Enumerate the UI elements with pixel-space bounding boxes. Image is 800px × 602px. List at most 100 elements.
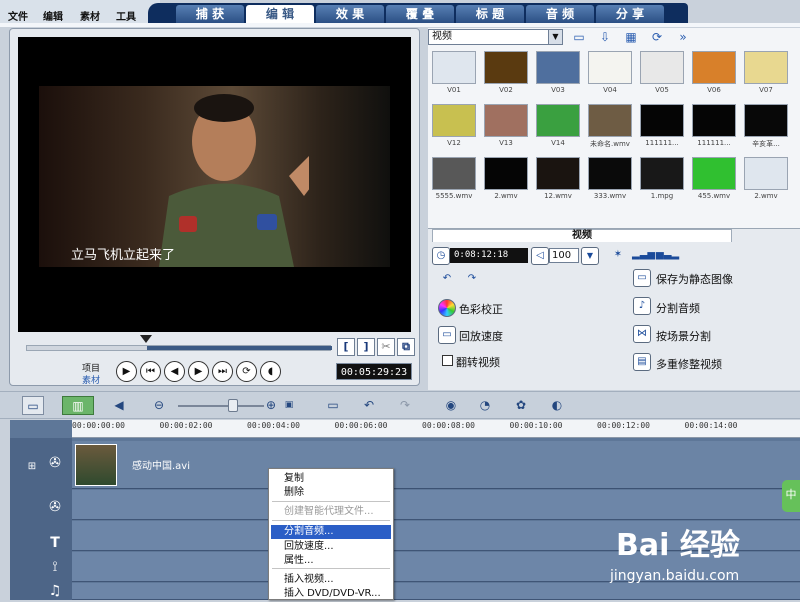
chevron-down-icon[interactable]: ▼ — [548, 30, 562, 44]
scissors-icon[interactable]: ✂ — [377, 338, 395, 356]
video-track[interactable]: 感动中国.avi — [72, 441, 800, 489]
folder-icon[interactable]: ▭ — [570, 29, 588, 46]
zoom-in-icon[interactable]: ⊕ — [264, 396, 278, 415]
library-thumbnail[interactable]: 333.wmv — [586, 157, 634, 203]
library-category-select[interactable]: 视频 ▼ — [428, 29, 563, 45]
playback-speed-label[interactable]: 回放速度 — [459, 328, 503, 344]
split-audio-icon[interactable]: ♪ — [633, 297, 651, 315]
reverse-video-label[interactable]: 翻转视频 — [456, 354, 500, 370]
menu-file[interactable]: 文件 — [8, 8, 28, 23]
fit-project-icon[interactable]: ▣ — [282, 396, 296, 415]
volume-field[interactable]: 100 — [549, 248, 579, 263]
library-thumbnail[interactable]: 2.wmv — [482, 157, 530, 203]
redo-icon[interactable]: ↷ — [394, 396, 416, 415]
video-clip-thumbnail[interactable] — [75, 444, 117, 486]
timecode-display[interactable]: 00:05:29:23 — [336, 363, 412, 380]
context-menu-item[interactable]: 分割音频... — [271, 525, 391, 539]
library-thumbnail[interactable]: 111111... — [638, 104, 686, 150]
end-icon[interactable]: ⏭ — [212, 361, 233, 382]
library-thumbnail[interactable]: 455.wmv — [690, 157, 738, 203]
color-correction-icon[interactable] — [438, 299, 456, 317]
tab-effect[interactable]: 效 果 — [316, 5, 384, 23]
library-thumbnail[interactable]: V13 — [482, 104, 530, 150]
library-thumbnail[interactable]: V12 — [430, 104, 478, 150]
library-thumbnail[interactable]: 2.wmv — [742, 157, 790, 203]
overlay-track-icon[interactable]: ✇ — [41, 496, 69, 518]
fade-in-icon[interactable]: ▂▃▅ — [632, 247, 655, 265]
enlarge-icon[interactable]: ⧉ — [397, 338, 415, 356]
library-thumbnail[interactable]: V03 — [534, 51, 582, 97]
library-thumbnail[interactable]: 未命名.wmv — [586, 104, 634, 150]
tab-share[interactable]: 分 享 — [596, 5, 664, 23]
mark-in-button[interactable]: [ — [337, 338, 355, 356]
playback-speed-icon[interactable]: ▭ — [438, 326, 456, 344]
menu-tools[interactable]: 工具 — [116, 8, 136, 23]
fade-icon[interactable]: ✶ — [609, 247, 627, 265]
smart-proxy-icon[interactable]: ✿ — [510, 396, 532, 415]
scrubber-track[interactable] — [26, 345, 332, 351]
context-menu-item[interactable]: 属性... — [271, 554, 391, 568]
video-clip-name[interactable]: 感动中国.avi — [132, 457, 190, 472]
scrubber-playhead[interactable] — [140, 335, 152, 343]
context-menu-item[interactable]: 插入 DVD/DVD-VR... — [271, 587, 391, 601]
timeline-view-icon[interactable]: ▥ — [62, 396, 94, 415]
record-capture-icon[interactable]: ◉ — [440, 396, 462, 415]
next-frame-icon[interactable]: ▶ — [188, 361, 209, 382]
rotate-left-icon[interactable]: ↶ — [438, 271, 456, 289]
undo-icon[interactable]: ↶ — [358, 396, 380, 415]
voice-track-icon[interactable]: ⟟ — [41, 556, 69, 578]
color-correction-label[interactable]: 色彩校正 — [459, 301, 503, 317]
side-tag[interactable]: 中 — [782, 480, 800, 512]
tab-audio[interactable]: 音 频 — [526, 5, 594, 23]
music-track-icon[interactable]: ♫ — [41, 580, 69, 602]
audio-view-icon[interactable]: ◀ — [108, 396, 130, 415]
fade-out-icon[interactable]: ▅▃▂ — [656, 247, 679, 265]
tab-edit[interactable]: 编 辑 — [246, 5, 314, 23]
timeline-ruler[interactable]: 00:00:00:00 00:00:02:00 00:00:04:00 00:00:0… — [72, 420, 800, 438]
clip-label[interactable]: 素材 — [82, 373, 100, 386]
split-audio-label[interactable]: 分割音频 — [656, 300, 700, 316]
reverse-video-checkbox[interactable] — [442, 355, 453, 366]
tab-title[interactable]: 标 题 — [456, 5, 524, 23]
library-thumbnail[interactable]: V06 — [690, 51, 738, 97]
context-menu-item[interactable]: 插入视频... — [271, 573, 391, 587]
play-icon[interactable]: ▶ — [116, 361, 137, 382]
volume-icon[interactable]: ◖ — [260, 361, 281, 382]
tab-overlay[interactable]: 覆 叠 — [386, 5, 454, 23]
title-track-icon[interactable]: T — [41, 532, 69, 554]
insert-media-icon[interactable]: ▭ — [322, 396, 344, 415]
library-thumbnail[interactable]: V02 — [482, 51, 530, 97]
library-thumbnail[interactable]: 辛亥革... — [742, 104, 790, 150]
context-menu-item[interactable]: 复制 — [271, 472, 391, 486]
split-by-scene-label[interactable]: 按场景分割 — [656, 328, 711, 344]
import-icon[interactable]: ⇩ — [596, 29, 614, 46]
split-by-scene-icon[interactable]: ⋈ — [633, 325, 651, 343]
zoom-out-icon[interactable]: ⊖ — [152, 396, 166, 415]
context-menu-item[interactable]: 回放速度... — [271, 540, 391, 554]
rotate-right-icon[interactable]: ↷ — [463, 271, 481, 289]
save-still-label[interactable]: 保存为静态图像 — [656, 271, 733, 287]
library-thumbnail[interactable]: 5555.wmv — [430, 157, 478, 203]
library-thumbnail[interactable]: 111111... — [690, 104, 738, 150]
refresh-icon[interactable]: ⟳ — [648, 29, 666, 46]
tab-capture[interactable]: 捕 获 — [176, 5, 244, 23]
home-icon[interactable]: ⏮ — [140, 361, 161, 382]
volume-chevron-icon[interactable]: ▼ — [581, 247, 599, 265]
library-thumbnail[interactable]: V14 — [534, 104, 582, 150]
duration-field[interactable]: 0:08:12:18 — [450, 248, 528, 263]
library-thumbnail[interactable]: 1.mpg — [638, 157, 686, 203]
video-track-icon[interactable]: ✇ — [41, 452, 69, 474]
options-tab-video[interactable]: 视频 — [432, 229, 732, 242]
library-thumbnail[interactable]: V01 — [430, 51, 478, 97]
multi-trim-icon[interactable]: ▤ — [633, 353, 651, 371]
storyboard-view-icon[interactable]: ▭ — [22, 396, 44, 415]
context-menu-item[interactable]: 删除 — [271, 486, 391, 500]
menu-edit[interactable]: 编辑 — [43, 8, 63, 23]
library-thumbnail[interactable]: V04 — [586, 51, 634, 97]
track-manager-icon[interactable]: ◔ — [474, 396, 496, 415]
expand-icon[interactable]: » — [674, 29, 692, 46]
zoom-slider-knob[interactable] — [228, 399, 238, 412]
zoom-slider-track[interactable] — [178, 405, 264, 407]
mark-out-button[interactable]: ] — [357, 338, 375, 356]
menu-clip[interactable]: 素材 — [80, 8, 100, 23]
